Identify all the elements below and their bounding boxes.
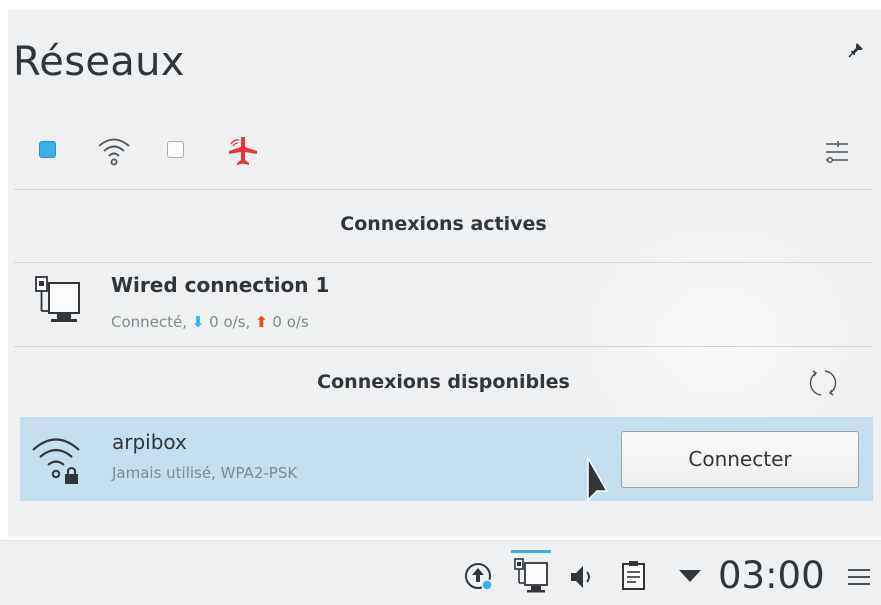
page-title: Réseaux — [13, 39, 185, 85]
available-connections-header: Connexions disponibles — [317, 371, 570, 393]
download-rate: 0 o/s — [209, 313, 246, 331]
wireless-enable-checkbox[interactable] — [167, 141, 184, 158]
status-separator: , — [245, 313, 256, 331]
pin-icon[interactable] — [848, 42, 864, 58]
refresh-icon[interactable] — [806, 366, 840, 400]
upload-rate: 0 o/s — [272, 313, 309, 331]
download-arrow-icon: ⬇ — [191, 313, 205, 331]
network-ssid: arpibox — [112, 430, 187, 454]
airplane-mode-icon[interactable] — [226, 134, 260, 168]
status-text: Connecté, — [111, 313, 192, 331]
active-connection-name: Wired connection 1 — [111, 273, 330, 297]
separator — [14, 189, 873, 190]
upload-arrow-icon: ⬆ — [255, 313, 268, 331]
configure-icon[interactable] — [824, 140, 850, 164]
wired-network-icon — [35, 276, 80, 322]
menu-icon[interactable] — [846, 566, 872, 588]
active-indicator — [511, 550, 551, 553]
update-notifier-icon[interactable] — [463, 560, 495, 592]
wired-enable-checkbox[interactable] — [39, 141, 56, 158]
clock[interactable]: 03:00 — [718, 554, 825, 598]
clipboard-icon[interactable] — [620, 560, 648, 592]
mouse-cursor-icon — [587, 456, 609, 502]
expand-tray-icon[interactable] — [676, 566, 704, 586]
separator — [14, 262, 873, 263]
network-tray-icon[interactable] — [512, 557, 552, 595]
active-connection-status: Connecté, ⬇ 0 o/s, ⬆ 0 o/s — [111, 313, 309, 331]
volume-icon[interactable] — [568, 562, 600, 592]
network-security: Jamais utilisé, WPA2-PSK — [112, 464, 298, 482]
separator — [14, 346, 873, 347]
wifi-locked-icon — [32, 438, 80, 484]
wireless-icon — [98, 138, 130, 166]
active-connections-header: Connexions actives — [340, 213, 547, 235]
connect-button[interactable]: Connecter — [621, 431, 859, 488]
